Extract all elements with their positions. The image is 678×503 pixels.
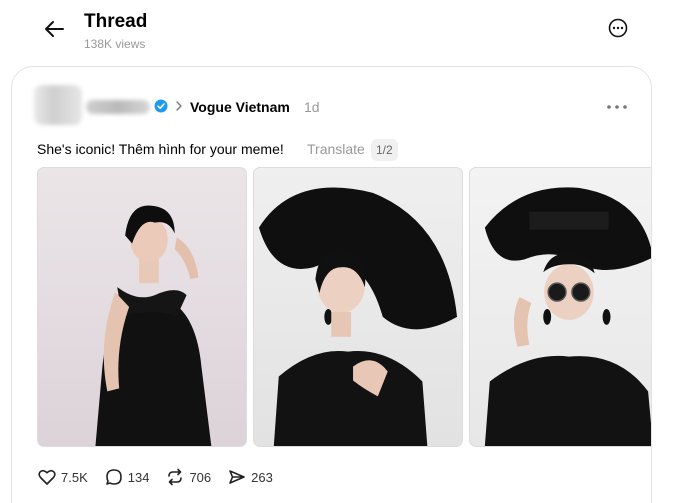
post-actions: 7.5K 134 706 263 (37, 465, 289, 489)
repost-icon (168, 468, 183, 486)
media-counter-badge: 1/2 (371, 139, 398, 161)
share-icon (229, 470, 245, 484)
page-title: Thread (84, 11, 148, 32)
post-options-button[interactable] (604, 99, 630, 115)
thread-header: Thread 138K views (0, 0, 678, 62)
repost-button[interactable]: 706 (165, 467, 211, 487)
reply-count: 134 (127, 469, 150, 485)
post-image-1[interactable] (37, 167, 247, 447)
back-button[interactable] (40, 15, 68, 43)
post-caption: She's iconic! Thêm hình for your meme! (37, 141, 284, 157)
back-arrow-icon (45, 21, 64, 37)
thread-options-button[interactable] (606, 16, 630, 40)
like-count: 7.5K (61, 469, 88, 485)
post-time: 1d (304, 99, 320, 115)
author-name-redacted[interactable] (86, 100, 150, 114)
repost-count: 706 (189, 469, 212, 485)
verified-icon (154, 99, 168, 113)
reply-button[interactable]: 134 (104, 467, 150, 487)
translate-link[interactable]: Translate (307, 141, 365, 157)
account-name[interactable]: Vogue Vietnam (190, 99, 290, 115)
post-image-3[interactable] (469, 167, 651, 447)
view-count: 138K views (84, 37, 146, 51)
post-card: Vogue Vietnam 1d She's iconic! Thêm hình… (11, 66, 652, 503)
post-image-2[interactable] (253, 167, 463, 447)
comment-icon (105, 469, 122, 485)
like-button[interactable]: 7.5K (37, 467, 88, 487)
avatar[interactable] (34, 85, 82, 125)
heart-icon (38, 469, 56, 485)
chevron-right-icon (176, 101, 182, 111)
more-circle-icon (608, 18, 628, 38)
more-horizontal-icon (607, 105, 627, 109)
share-count: 263 (251, 469, 273, 485)
share-button[interactable]: 263 (227, 467, 273, 487)
